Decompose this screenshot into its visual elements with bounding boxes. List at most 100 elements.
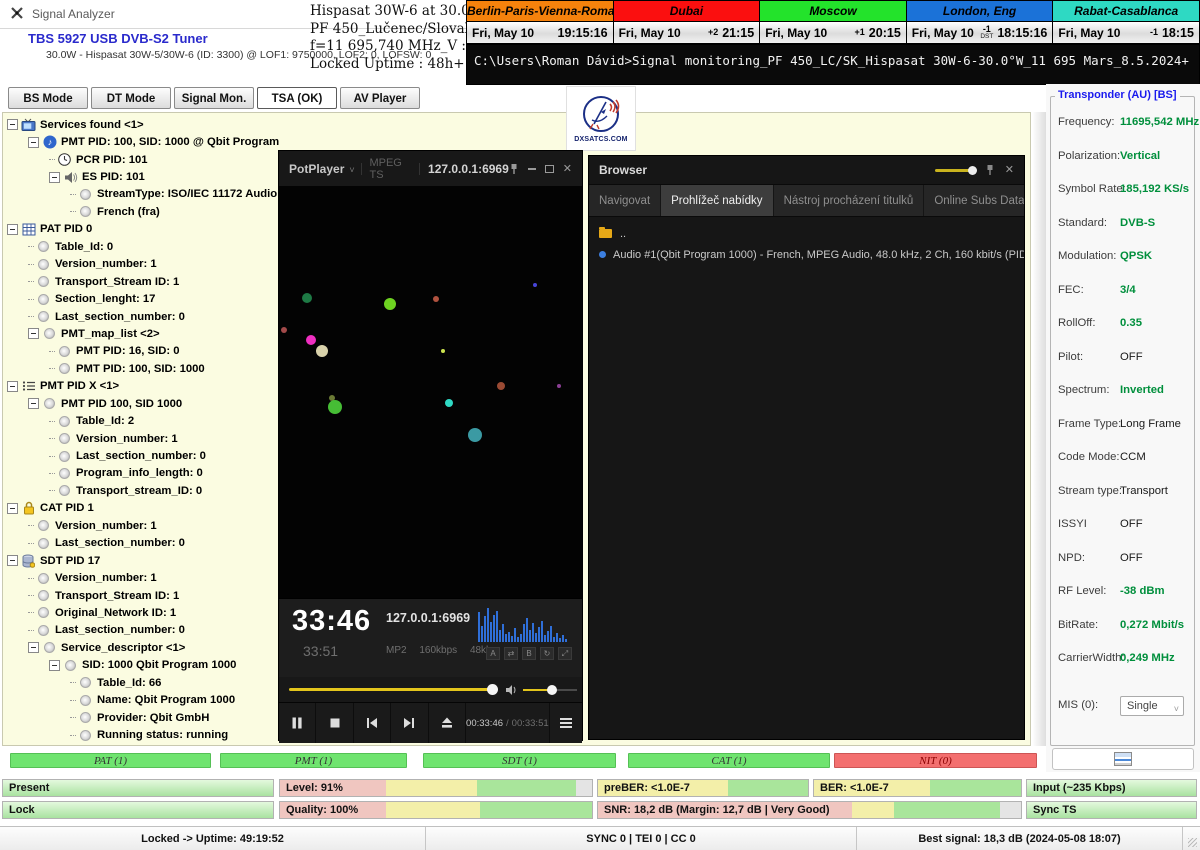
- tree-item[interactable]: PMT PID X <1>: [5, 378, 279, 395]
- status-segment: [894, 802, 1000, 818]
- eq-bar: [520, 634, 522, 642]
- tree-item[interactable]: PMT PID: 100, SID: 1000: [5, 360, 279, 377]
- browser-titlebar[interactable]: Browser ✕: [589, 156, 1024, 184]
- tree-expander[interactable]: [28, 328, 39, 339]
- tree-expander[interactable]: [28, 642, 39, 653]
- tree-item[interactable]: SID: 1000 Qbit Program 1000: [5, 657, 279, 674]
- opacity-slider[interactable]: [935, 169, 975, 172]
- tree-item[interactable]: PMT_map_list <2>: [5, 325, 279, 342]
- tree-item[interactable]: Name: Qbit Program 1000: [5, 691, 279, 708]
- folder-up-item[interactable]: ..: [589, 223, 1024, 244]
- tree-item[interactable]: Original_Network ID: 1: [5, 604, 279, 621]
- tree-item[interactable]: ES PID: 101: [5, 168, 279, 185]
- tree-item[interactable]: Last_section_number: 0: [5, 447, 279, 464]
- video-area[interactable]: [279, 186, 582, 598]
- tree-item[interactable]: Services found <1>: [5, 116, 279, 133]
- tree-expander[interactable]: [7, 381, 18, 392]
- tree-item[interactable]: Last_section_number: 0: [5, 622, 279, 639]
- volume-thumb[interactable]: [547, 685, 557, 695]
- tree-item[interactable]: Last_section_number: 0: [5, 535, 279, 552]
- seek-bar[interactable]: [289, 688, 493, 691]
- close-icon[interactable]: ✕: [1005, 165, 1014, 175]
- stop-button[interactable]: [316, 703, 353, 743]
- minimize-icon[interactable]: [528, 168, 536, 170]
- tree-expander[interactable]: [7, 503, 18, 514]
- tree-item[interactable]: PAT PID 0: [5, 221, 279, 238]
- terminal-window[interactable]: C:\Users\Roman Dávid>Signal monitoring_P…: [466, 44, 1200, 85]
- tree-item[interactable]: Version_number: 1: [5, 256, 279, 273]
- maximize-icon[interactable]: [545, 165, 554, 173]
- tree-item[interactable]: Table_Id: 2: [5, 412, 279, 429]
- ab-point-b-icon[interactable]: B: [522, 647, 536, 660]
- fullscreen-icon[interactable]: ⤢: [558, 647, 572, 660]
- tree-expander[interactable]: [7, 555, 18, 566]
- tree-expander[interactable]: [28, 137, 39, 148]
- tab-signal-mon[interactable]: Signal Mon.: [174, 87, 254, 109]
- tree-item[interactable]: Section_lenght: 17: [5, 290, 279, 307]
- resize-grip[interactable]: [1183, 827, 1200, 850]
- tree-item[interactable]: SDT PID 17: [5, 552, 279, 569]
- tree-item[interactable]: Table_Id: 66: [5, 674, 279, 691]
- tree-expander[interactable]: [7, 224, 18, 235]
- eq-bar: [562, 635, 564, 642]
- eq-bar: [538, 627, 540, 642]
- tree-item[interactable]: Transport_Stream ID: 1: [5, 587, 279, 604]
- tree-item[interactable]: French (fra): [5, 203, 279, 220]
- close-icon[interactable]: ✕: [563, 164, 572, 174]
- tab-av-player[interactable]: AV Player: [340, 87, 420, 109]
- pin-icon[interactable]: [509, 163, 519, 175]
- tree-item[interactable]: Running status: running: [5, 726, 279, 743]
- next-button[interactable]: [391, 703, 428, 743]
- browser-tab-navigovat[interactable]: Navigovat: [589, 185, 661, 216]
- tree-item[interactable]: ♪PMT PID: 100, SID: 1000 @ Qbit Program …: [5, 133, 279, 150]
- tab-bs-mode[interactable]: BS Mode: [8, 87, 88, 109]
- tree-item[interactable]: Version_number: 1: [5, 430, 279, 447]
- tree-expander[interactable]: [49, 660, 60, 671]
- status-cell-snr: SNR: 18,2 dB (Margin: 12,7 dB | Very Goo…: [597, 801, 1022, 819]
- tree-item-label: PMT PID X <1>: [40, 380, 119, 392]
- menu-button[interactable]: [549, 703, 582, 743]
- tree-item[interactable]: Last_section_number: 0: [5, 308, 279, 325]
- tree-item[interactable]: Version_number: 1: [5, 569, 279, 586]
- tree-item[interactable]: Version_number: 1: [5, 517, 279, 534]
- tree-item[interactable]: Provider: Qbit GmbH: [5, 709, 279, 726]
- tree-item[interactable]: Service_descriptor <1>: [5, 639, 279, 656]
- pin-icon[interactable]: [985, 164, 995, 176]
- tree-expander[interactable]: [7, 119, 18, 130]
- tree-item[interactable]: PMT PID 100, SID 1000: [5, 395, 279, 412]
- seek-thumb[interactable]: [487, 684, 498, 695]
- potplayer-menu[interactable]: PotPlayer: [289, 162, 344, 176]
- previous-button[interactable]: [354, 703, 391, 743]
- audio-track-item[interactable]: Audio #1(Qbit Program 1000) - French, MP…: [589, 244, 1024, 265]
- ab-point-a-icon[interactable]: A: [486, 647, 500, 660]
- tree-item[interactable]: Program_info_length: 0: [5, 465, 279, 482]
- workspace-scrollbar[interactable]: [1032, 112, 1046, 746]
- browser-tab-n-stroj-proch-zen-titulk[interactable]: Nástroj procházení titulků: [774, 185, 925, 216]
- tab-dt-mode[interactable]: DT Mode: [91, 87, 171, 109]
- tree-item[interactable]: StreamType: ISO/IEC 11172 Audio (MPEG-1)…: [5, 186, 279, 203]
- tree-item[interactable]: PCR PID: 101: [5, 151, 279, 168]
- tree-expander[interactable]: [49, 172, 60, 183]
- status-cell-label: preBER: <1.0E-7: [604, 782, 690, 794]
- tree-item[interactable]: Transport_Stream ID: 1: [5, 273, 279, 290]
- tree-item[interactable]: PMT PID: 16, SID: 0: [5, 343, 279, 360]
- eject-button[interactable]: [429, 703, 466, 743]
- chevron-down-icon: ˅: [349, 165, 354, 175]
- browser-tab-prohl-e-nab-dky[interactable]: Prohlížeč nabídky: [661, 185, 773, 216]
- tree-item[interactable]: Table_Id: 0: [5, 238, 279, 255]
- clock-rabat-casablanca: Rabat-CasablancaFri, May 10-118:15: [1052, 1, 1199, 43]
- repeat-icon[interactable]: ↻: [540, 647, 554, 660]
- potplayer-titlebar[interactable]: PotPlayer ˅ MPEG TS 127.0.0.1:6969 ✕: [279, 151, 582, 186]
- status-sync-counters: SYNC 0 | TEI 0 | CC 0: [426, 827, 857, 850]
- tree-item[interactable]: Transport_stream_ID: 0: [5, 482, 279, 499]
- pause-button[interactable]: [279, 703, 316, 743]
- tab-tsa-ok[interactable]: TSA (OK): [257, 87, 337, 109]
- tree-item[interactable]: CAT PID 1: [5, 500, 279, 517]
- mis-dropdown[interactable]: Single ˅: [1120, 696, 1184, 716]
- speaker-icon[interactable]: [505, 684, 517, 696]
- browser-tab-online-subs-database[interactable]: Online Subs Database: [924, 185, 1024, 216]
- shuffle-icon[interactable]: ⇄: [504, 647, 518, 660]
- tree-item-label: Original_Network ID: 1: [55, 607, 176, 619]
- stream-save-button[interactable]: [1052, 748, 1194, 770]
- tree-expander[interactable]: [28, 398, 39, 409]
